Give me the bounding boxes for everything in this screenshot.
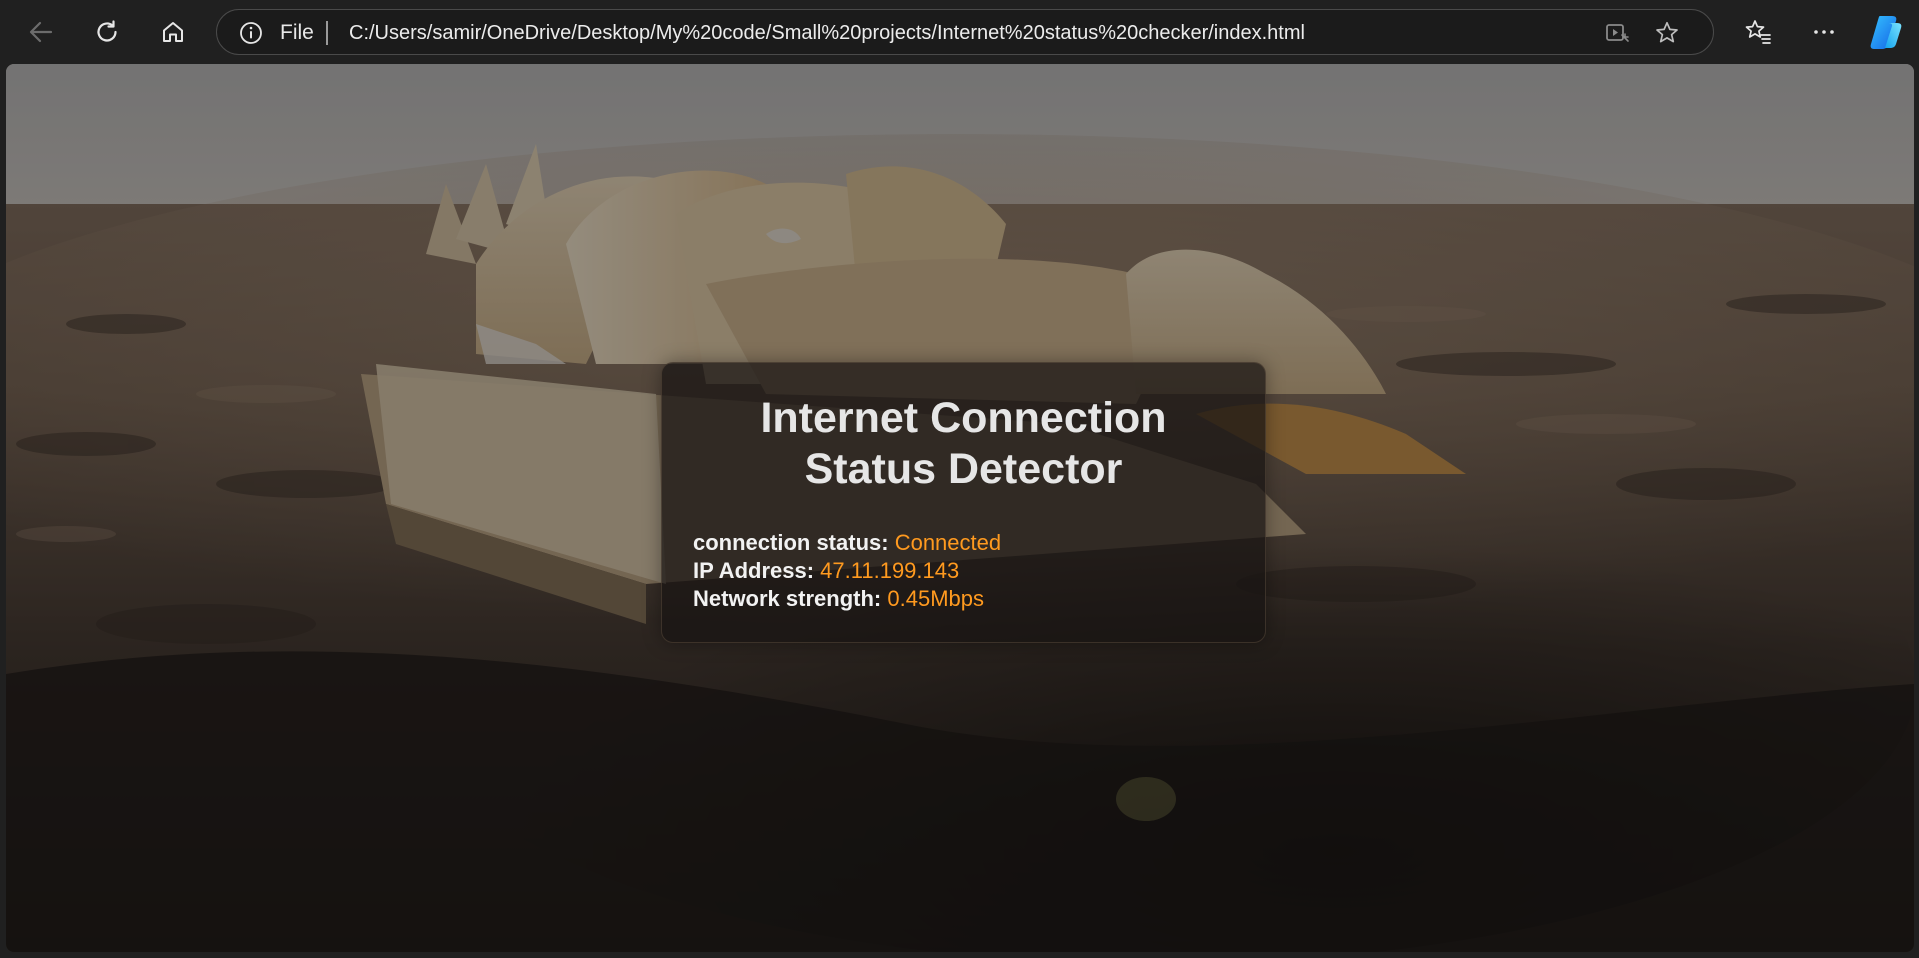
network-strength-value: 0.45Mbps [887,586,984,611]
ip-address-value: 47.11.199.143 [820,558,960,583]
immersive-reader-button[interactable] [1602,18,1632,48]
status-info-list: connection status: Connected IP Address:… [693,529,1001,613]
browser-toolbar: File C:/Users/samir/OneDrive/Desktop/My%… [0,0,1919,64]
connection-status-label: connection status: [693,530,889,555]
network-strength-row: Network strength: 0.45Mbps [693,585,1001,613]
url-text[interactable]: C:/Users/samir/OneDrive/Desktop/My%20cod… [349,22,1305,44]
copilot-button[interactable] [1866,12,1906,52]
more-icon [1814,30,1834,34]
page-viewport: Internet Connection Status Detector conn… [6,64,1914,952]
refresh-icon [97,20,117,42]
favorite-button[interactable] [1652,18,1682,48]
address-bar[interactable]: File C:/Users/samir/OneDrive/Desktop/My%… [216,9,1714,55]
scheme-label[interactable]: File [280,22,314,44]
page-title-line2: Status Detector [804,445,1123,493]
immersive-reader-icon [1606,24,1629,42]
ip-address-row: IP Address: 47.11.199.143 [693,557,1001,585]
connection-status-row: connection status: Connected [693,529,1001,557]
favorites-icon [1745,20,1771,44]
favorites-button[interactable] [1738,12,1778,52]
info-icon[interactable] [239,21,263,45]
page-title-line1: Internet Connection [760,394,1167,442]
home-icon [163,22,183,42]
status-card: Internet Connection Status Detector conn… [661,362,1266,643]
copilot-icon [1870,16,1902,49]
address-separator [326,21,328,45]
home-button[interactable] [153,12,193,52]
ip-address-label: IP Address: [693,558,815,583]
star-icon [1656,21,1678,43]
more-button[interactable] [1804,12,1844,52]
back-button[interactable] [21,12,61,52]
refresh-button[interactable] [87,12,127,52]
network-strength-label: Network strength: [693,586,882,611]
back-arrow-icon [29,21,53,43]
connection-status-value: Connected [894,530,1002,555]
page-title: Internet Connection Status Detector [662,393,1265,495]
